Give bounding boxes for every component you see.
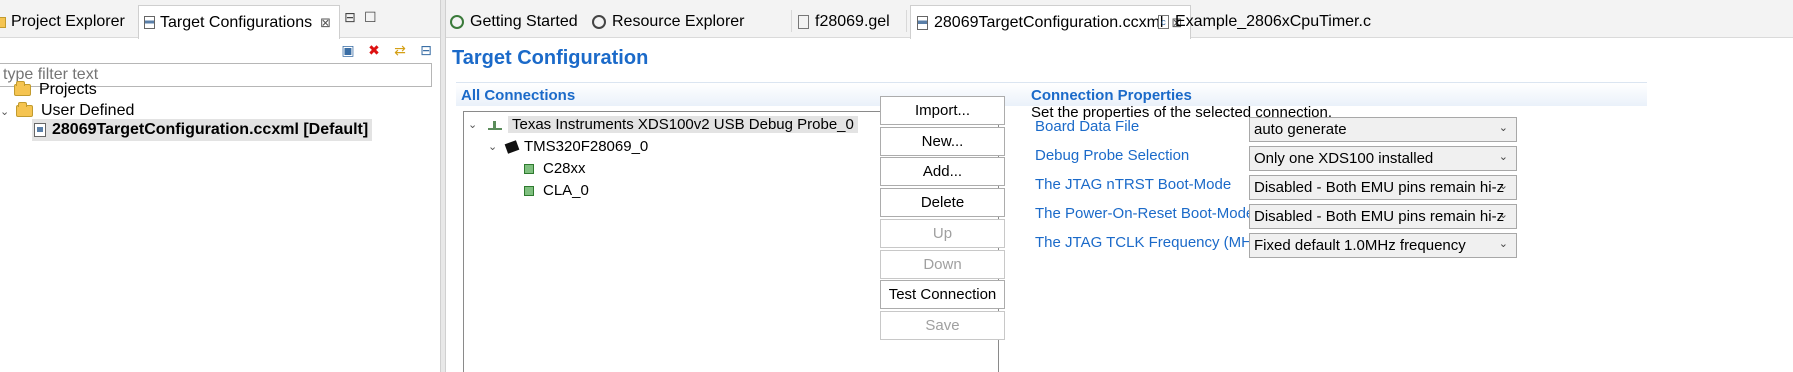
tree-item-device[interactable]: ⌄ TMS320F28069_0 <box>488 136 648 157</box>
tab-28069-target-configuration-label: 28069TargetConfiguration.ccxml <box>934 13 1164 31</box>
chevron-down-icon: ⌄ <box>1498 209 1508 221</box>
tree-item-core-cla-label: CLA_0 <box>543 182 589 199</box>
chip-icon <box>504 139 520 154</box>
tree-item-file-label: 28069TargetConfiguration.ccxml [Default] <box>52 121 369 138</box>
jtag-tclk-frequency-select[interactable]: Fixed default 1.0MHz frequency ⌄ <box>1249 233 1517 258</box>
chevron-down-icon: ⌄ <box>1498 151 1508 163</box>
power-on-reset-boot-mode-value: Disabled - Both EMU pins remain hi-z <box>1254 208 1505 225</box>
down-button[interactable]: Down <box>880 250 1005 279</box>
gel-file-icon <box>798 14 809 29</box>
tab-example-cputimer-label: Example_2806xCpuTimer.c <box>1175 12 1371 30</box>
tree-item-core-c28xx-label: C28xx <box>543 160 586 177</box>
tree-item-debug-probe-label: Texas Instruments XDS100v2 USB Debug Pro… <box>508 116 858 133</box>
tree-item-user-defined-label: User Defined <box>41 102 135 119</box>
jtag-ntrst-boot-mode-value: Disabled - Both EMU pins remain hi-z <box>1254 179 1505 196</box>
target-config-icon <box>917 15 928 30</box>
minimize-icon[interactable]: ⊟ <box>344 9 356 26</box>
editor-area: Getting Started Resource Explorer f28069… <box>446 0 1793 372</box>
tab-example-cputimer[interactable]: c Example_2806xCpuTimer.c <box>1152 5 1379 38</box>
folder-open-icon <box>16 102 33 117</box>
new-target-config-icon[interactable]: ▣ <box>340 42 356 58</box>
tree-item-target-config-file[interactable]: 28069TargetConfiguration.ccxml [Default] <box>32 119 373 141</box>
tab-target-configurations-label: Target Configurations <box>160 13 313 31</box>
chevron-down-icon: ⌄ <box>1498 122 1508 134</box>
jtag-tclk-frequency-value: Fixed default 1.0MHz frequency <box>1254 237 1466 254</box>
debug-probe-selection-value: Only one XDS100 installed <box>1254 150 1434 167</box>
tree-item-device-label: TMS320F28069_0 <box>524 138 649 155</box>
delete-icon[interactable]: ✖ <box>366 42 382 58</box>
tab-target-configurations[interactable]: Target Configurations ⊠ <box>138 5 340 39</box>
tab-f28069-gel-label: f28069.gel <box>815 12 890 30</box>
add-button[interactable]: Add... <box>880 157 1005 186</box>
target-config-icon <box>144 16 155 29</box>
target-config-file-icon <box>34 123 46 137</box>
chevron-down-icon: ⌄ <box>1498 238 1508 250</box>
tree-item-core-cla[interactable]: CLA_0 <box>524 180 589 201</box>
tree-item-projects[interactable]: Projects <box>14 79 97 101</box>
debug-probe-selection-select[interactable]: Only one XDS100 installed ⌄ <box>1249 146 1517 171</box>
delete-button[interactable]: Delete <box>880 188 1005 217</box>
chevron-down-icon[interactable]: ⌄ <box>488 140 504 153</box>
left-toolbar: ▣ ✖ ⇄ ⊟ <box>340 38 434 62</box>
tab-project-explorer-label: Project Explorer <box>11 13 125 30</box>
editor-tab-bar: Getting Started Resource Explorer f28069… <box>444 0 1793 39</box>
jtag-tclk-frequency-label: The JTAG TCLK Frequency (MHz) <box>1035 234 1265 251</box>
tree-item-projects-label: Projects <box>39 81 97 98</box>
power-on-reset-boot-mode-select[interactable]: Disabled - Both EMU pins remain hi-z ⌄ <box>1249 204 1517 229</box>
tab-resource-explorer-label: Resource Explorer <box>612 12 745 30</box>
import-button[interactable]: Import... <box>880 96 1005 125</box>
folder-icon <box>0 16 6 28</box>
tab-28069-target-configuration[interactable]: 28069TargetConfiguration.ccxml ⊠ <box>910 5 1192 39</box>
collapse-all-icon[interactable]: ⊟ <box>418 42 434 58</box>
cpu-core-icon <box>524 185 534 196</box>
folder-open-icon <box>14 81 31 96</box>
globe-icon <box>450 14 464 29</box>
left-tab-bar: Project Explorer Target Configurations ⊠… <box>0 0 440 39</box>
save-button[interactable]: Save <box>880 311 1005 340</box>
link-icon[interactable]: ⇄ <box>392 42 408 58</box>
debug-probe-selection-label: Debug Probe Selection <box>1035 147 1190 164</box>
tree-item-core-c28xx[interactable]: C28xx <box>524 158 586 179</box>
tab-resource-explorer[interactable]: Resource Explorer <box>586 5 753 38</box>
tab-getting-started-label: Getting Started <box>470 12 578 30</box>
chevron-down-icon: ⌄ <box>1498 180 1508 192</box>
tree-item-debug-probe[interactable]: ⌄ Texas Instruments XDS100v2 USB Debug P… <box>468 114 858 135</box>
connection-properties-heading: Connection Properties <box>1026 82 1647 106</box>
compass-icon <box>592 14 606 29</box>
cpu-core-icon <box>524 163 534 174</box>
board-data-file-label: Board Data File <box>1035 118 1140 135</box>
power-on-reset-boot-mode-label: The Power-On-Reset Boot-Mode <box>1035 205 1255 222</box>
up-button[interactable]: Up <box>880 219 1005 248</box>
tab-separator <box>906 10 907 32</box>
tab-getting-started[interactable]: Getting Started <box>444 5 586 38</box>
jtag-ntrst-boot-mode-select[interactable]: Disabled - Both EMU pins remain hi-z ⌄ <box>1249 175 1517 200</box>
c-file-icon: c <box>1158 14 1169 29</box>
maximize-icon[interactable]: ☐ <box>364 9 377 26</box>
chevron-down-icon[interactable]: ⌄ <box>468 118 484 131</box>
tab-project-explorer[interactable]: Project Explorer <box>0 6 125 38</box>
board-data-file-value: auto generate <box>1254 121 1347 138</box>
debug-probe-icon <box>488 120 502 130</box>
test-connection-button[interactable]: Test Connection <box>880 280 1005 309</box>
target-configurations-view: Project Explorer Target Configurations ⊠… <box>0 0 440 372</box>
new-button[interactable]: New... <box>880 127 1005 156</box>
close-tab-icon[interactable]: ⊠ <box>320 15 331 31</box>
jtag-ntrst-boot-mode-label: The JTAG nTRST Boot-Mode <box>1035 176 1232 193</box>
page-title: Target Configuration <box>452 47 649 69</box>
tab-f28069-gel[interactable]: f28069.gel <box>792 5 898 38</box>
board-data-file-select[interactable]: auto generate ⌄ <box>1249 117 1517 142</box>
chevron-down-icon[interactable]: ⌄ <box>0 105 16 118</box>
